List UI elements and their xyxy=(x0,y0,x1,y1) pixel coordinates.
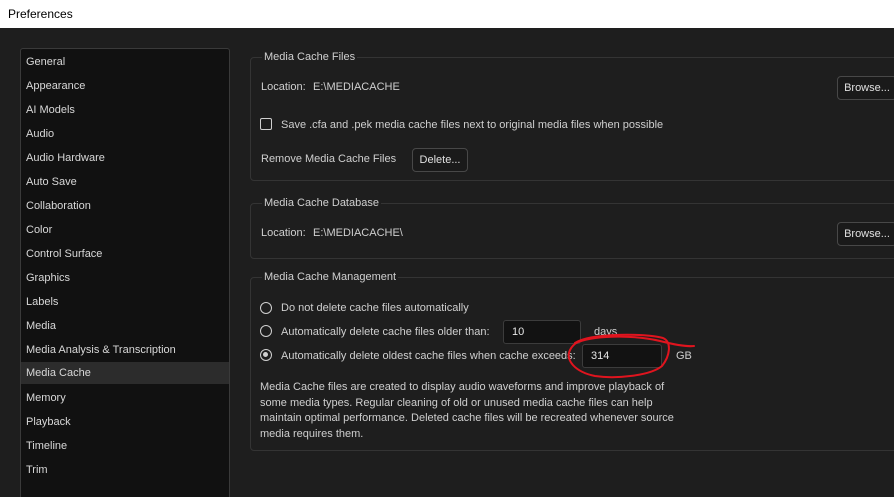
older-than-unit-label: days xyxy=(594,326,618,338)
cache-files-location-label: Location: xyxy=(261,81,306,93)
media-cache-management-legend: Media Cache Management xyxy=(262,271,399,283)
sidebar-item-appearance[interactable]: Appearance xyxy=(21,75,229,97)
sidebar-item-timeline[interactable]: Timeline xyxy=(21,435,229,457)
delete-when-exceeds-label: Automatically delete oldest cache files … xyxy=(281,350,576,362)
window-title-bar: Preferences xyxy=(0,0,894,28)
sidebar-item-graphics[interactable]: Graphics xyxy=(21,267,229,289)
save-next-to-media-checkbox[interactable] xyxy=(260,118,272,130)
cache-files-browse-button[interactable]: Browse... xyxy=(837,76,894,100)
no-delete-label: Do not delete cache files automatically xyxy=(281,302,469,314)
sidebar-item-trim[interactable]: Trim xyxy=(21,459,229,481)
cache-database-location-label: Location: xyxy=(261,227,306,239)
media-cache-files-legend: Media Cache Files xyxy=(262,51,358,63)
sidebar-item-memory[interactable]: Memory xyxy=(21,387,229,409)
sidebar-item-labels[interactable]: Labels xyxy=(21,291,229,313)
remove-cache-files-label: Remove Media Cache Files xyxy=(261,153,397,165)
cache-files-location-value: E:\MEDIACACHE xyxy=(313,81,400,93)
cache-database-browse-button[interactable]: Browse... xyxy=(837,222,894,246)
sidebar-item-media[interactable]: Media xyxy=(21,315,229,337)
save-next-to-media-label: Save .cfa and .pek media cache files nex… xyxy=(281,119,664,131)
sidebar-item-playback[interactable]: Playback xyxy=(21,411,229,433)
sidebar-item-ai-models[interactable]: AI Models xyxy=(21,99,229,121)
sidebar-item-auto-save[interactable]: Auto Save xyxy=(21,171,229,193)
sidebar-item-control-surface[interactable]: Control Surface xyxy=(21,243,229,265)
cache-size-limit-input[interactable]: 314 xyxy=(582,344,662,368)
media-cache-database-legend: Media Cache Database xyxy=(262,197,381,209)
delete-older-than-radio[interactable] xyxy=(260,325,272,337)
cache-database-location-value: E:\MEDIACACHE\ xyxy=(313,227,403,239)
delete-cache-button[interactable]: Delete... xyxy=(412,148,468,172)
preferences-category-list: General Appearance AI Models Audio Audio… xyxy=(20,48,230,497)
delete-older-than-label: Automatically delete cache files older t… xyxy=(281,326,490,338)
sidebar-item-audio[interactable]: Audio xyxy=(21,123,229,145)
sidebar-item-media-analysis-transcription[interactable]: Media Analysis & Transcription xyxy=(21,339,229,361)
window-title: Preferences xyxy=(8,7,73,21)
sidebar-item-color[interactable]: Color xyxy=(21,219,229,241)
delete-when-exceeds-radio[interactable] xyxy=(260,349,272,361)
sidebar-item-collaboration[interactable]: Collaboration xyxy=(21,195,229,217)
cache-size-unit-label: GB xyxy=(676,350,692,362)
sidebar-item-general[interactable]: General xyxy=(21,51,229,73)
media-cache-description: Media Cache files are created to display… xyxy=(260,381,674,440)
older-than-days-input[interactable]: 10 xyxy=(503,320,581,344)
no-delete-radio[interactable] xyxy=(260,302,272,314)
sidebar-item-audio-hardware[interactable]: Audio Hardware xyxy=(21,147,229,169)
sidebar-item-media-cache[interactable]: Media Cache xyxy=(21,362,229,384)
